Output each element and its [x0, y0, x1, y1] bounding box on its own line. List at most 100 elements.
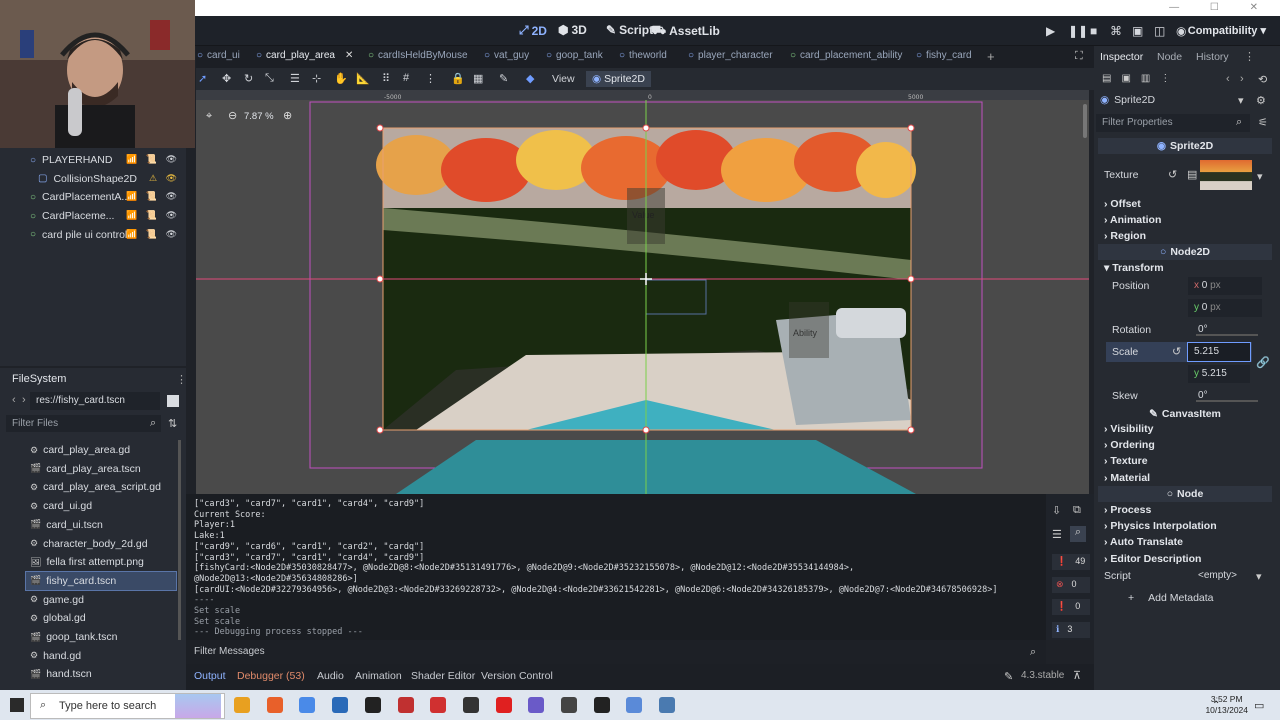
node-type-select[interactable]: ◉ Sprite2D: [1100, 94, 1155, 106]
lock-icon[interactable]: 🔒: [451, 72, 465, 85]
node-badges[interactable]: 📶 📜 👁: [126, 154, 180, 165]
chrome-icon[interactable]: [299, 697, 316, 713]
scene-tree-item[interactable]: ○ card pile ui control 📶 📜 👁: [0, 226, 186, 244]
obs-icon[interactable]: [528, 697, 545, 713]
filter-messages-input[interactable]: Filter Messages: [186, 640, 1046, 664]
godot-icon[interactable]: [593, 697, 610, 713]
skew-slider[interactable]: [1196, 400, 1258, 402]
play-icon[interactable]: ▶: [1046, 24, 1055, 38]
tab-vat-guy[interactable]: ○ vat_guy: [484, 50, 529, 61]
center-view-icon[interactable]: ⌖: [206, 110, 212, 123]
godot-editor-icon[interactable]: [626, 697, 643, 713]
zoom-out-icon[interactable]: ⊖: [228, 109, 237, 122]
tab-card-play-area[interactable]: ○ card_play_area ✕: [256, 50, 353, 61]
property-options-icon[interactable]: ⚟: [1258, 116, 1268, 129]
rotation-field[interactable]: 0°: [1192, 321, 1258, 339]
panel-expand-icon[interactable]: ⊼: [1073, 669, 1081, 682]
filesystem-path[interactable]: res://fishy_card.tscn: [30, 392, 160, 410]
history-forward-icon[interactable]: ›: [1240, 73, 1244, 85]
taskbar-clock[interactable]: 3:52 PM 10/13/2024: [1205, 694, 1248, 716]
grid-snap-icon[interactable]: #: [403, 72, 409, 84]
file-item[interactable]: ⚙ card_play_area_script.gd: [26, 478, 176, 496]
scene-tree-item[interactable]: ○ CardPlaceme... 📶 📜 👁: [0, 207, 186, 225]
output-count-badge[interactable]: ❗ 49: [1052, 554, 1090, 570]
mode-button-3d[interactable]: ⬢ 3D: [558, 23, 587, 37]
file-item[interactable]: 🎬 fishy_card.tscn: [25, 570, 177, 591]
bottom-tab[interactable]: Animation: [355, 670, 402, 682]
file-item[interactable]: ⚙ global.gd: [26, 609, 176, 627]
reset-icon[interactable]: ↺: [1168, 168, 1177, 181]
github-icon[interactable]: [462, 697, 479, 713]
section-process[interactable]: › Process: [1104, 504, 1151, 516]
section-visibility[interactable]: › Visibility: [1104, 423, 1153, 435]
file-item[interactable]: ⚙ character_body_2d.gd: [26, 535, 176, 553]
node-badges[interactable]: 📶 📜 👁: [126, 191, 180, 202]
chevron-down-icon[interactable]: ▾: [1238, 94, 1244, 107]
steam-icon[interactable]: [561, 697, 577, 713]
camera-override-icon[interactable]: ◆: [526, 72, 534, 85]
file-item[interactable]: ⚙ hand.gd: [26, 647, 176, 665]
play-custom-icon[interactable]: ◫: [1154, 24, 1165, 38]
pin-icon[interactable]: ✎: [1004, 670, 1013, 683]
play-scene-icon[interactable]: ▣: [1132, 24, 1143, 38]
notifications-icon[interactable]: ▭: [1254, 699, 1264, 712]
filter-properties-input[interactable]: Filter Properties: [1096, 114, 1250, 132]
tab-fishy-card[interactable]: ○ fishy_card: [916, 50, 972, 61]
firefox-icon[interactable]: [266, 697, 283, 713]
search-output-icon[interactable]: ⌕: [1070, 526, 1086, 542]
pivot-tool-icon[interactable]: ⊹: [312, 72, 321, 85]
output-count-badge[interactable]: ❗ 0: [1052, 599, 1090, 615]
mode-button-2d[interactable]: ⤢ 2D: [519, 23, 547, 38]
forward-arrow-icon[interactable]: ›: [22, 394, 26, 406]
youtube-icon[interactable]: [495, 697, 512, 713]
distraction-free-icon[interactable]: ⛶: [1075, 50, 1083, 63]
tab-goop-tank[interactable]: ○ goop_tank: [546, 50, 603, 61]
file-item[interactable]: 🎬 goop_tank.tscn: [26, 628, 176, 646]
group-icon[interactable]: ▦: [473, 72, 483, 85]
vscode-icon[interactable]: [332, 697, 349, 713]
node-badges[interactable]: 📶 📜 👁: [126, 210, 180, 221]
rotation-slider[interactable]: [1196, 334, 1258, 336]
mode-button-assetlib[interactable]: ⛟ AssetLib: [651, 23, 720, 39]
scale-y-field[interactable]: y 5.215: [1188, 365, 1250, 383]
texture-preview[interactable]: [1200, 160, 1252, 190]
position-y-field[interactable]: y 0 px: [1188, 299, 1262, 317]
file-item[interactable]: 🎬 hand.tscn: [26, 665, 176, 683]
pause-icon[interactable]: ❚❚: [1068, 24, 1088, 38]
inspector-menu-icon[interactable]: ⋮: [1244, 50, 1255, 63]
section-region[interactable]: › Region: [1104, 230, 1146, 242]
pan-tool-icon[interactable]: ✋: [334, 72, 348, 85]
add-metadata-button[interactable]: + Add Metadata: [1128, 592, 1214, 604]
headset-icon[interactable]: [364, 697, 381, 713]
red-app-icon[interactable]: [397, 697, 414, 713]
scale-x-field[interactable]: 5.215: [1187, 342, 1251, 362]
section-auto-translate[interactable]: › Auto Translate: [1104, 536, 1183, 548]
viewport-scrollbar[interactable]: [1083, 104, 1087, 138]
movie-maker-icon[interactable]: ◉: [1176, 24, 1186, 38]
history-back-icon[interactable]: ‹: [1226, 73, 1230, 85]
output-count-badge[interactable]: ℹ3: [1052, 621, 1090, 638]
chevron-down-icon[interactable]: ▾: [1257, 170, 1263, 183]
texture-edit-icon[interactable]: ▤: [1187, 168, 1197, 181]
close-icon[interactable]: ✕: [345, 50, 353, 61]
sort-icon[interactable]: ⇅: [168, 417, 177, 430]
skew-field[interactable]: 0°: [1192, 387, 1258, 405]
script-value[interactable]: <empty>: [1198, 570, 1237, 581]
reset-icon[interactable]: ↺: [1172, 345, 1181, 358]
sprite2d-breadcrumb[interactable]: ◉ Sprite2D: [586, 71, 651, 87]
opera-icon[interactable]: [430, 697, 447, 713]
window-controls[interactable]: — ☐ ✕: [1169, 2, 1272, 13]
tab-card-ui[interactable]: ○ card_ui: [197, 50, 240, 61]
blue-app-icon[interactable]: [659, 697, 676, 713]
tab-theworld[interactable]: ○ theworld: [619, 50, 667, 61]
inspector-tab-inspector[interactable]: Inspector: [1100, 51, 1143, 63]
chevron-down-icon[interactable]: ▾: [1256, 570, 1262, 583]
smart-snap-icon[interactable]: ⠿: [382, 72, 390, 85]
tab-player-character[interactable]: ○ player_character: [688, 50, 773, 61]
bottom-tab[interactable]: Debugger (53): [237, 670, 305, 682]
split-view-icon[interactable]: [167, 395, 179, 407]
bone-icon[interactable]: ✎: [499, 72, 508, 85]
zoom-level[interactable]: 7.87 %: [244, 111, 274, 122]
inspector-toolbar-icons[interactable]: ▤▣▥⋮: [1102, 73, 1180, 84]
ruler-tool-icon[interactable]: 📐: [356, 72, 370, 85]
